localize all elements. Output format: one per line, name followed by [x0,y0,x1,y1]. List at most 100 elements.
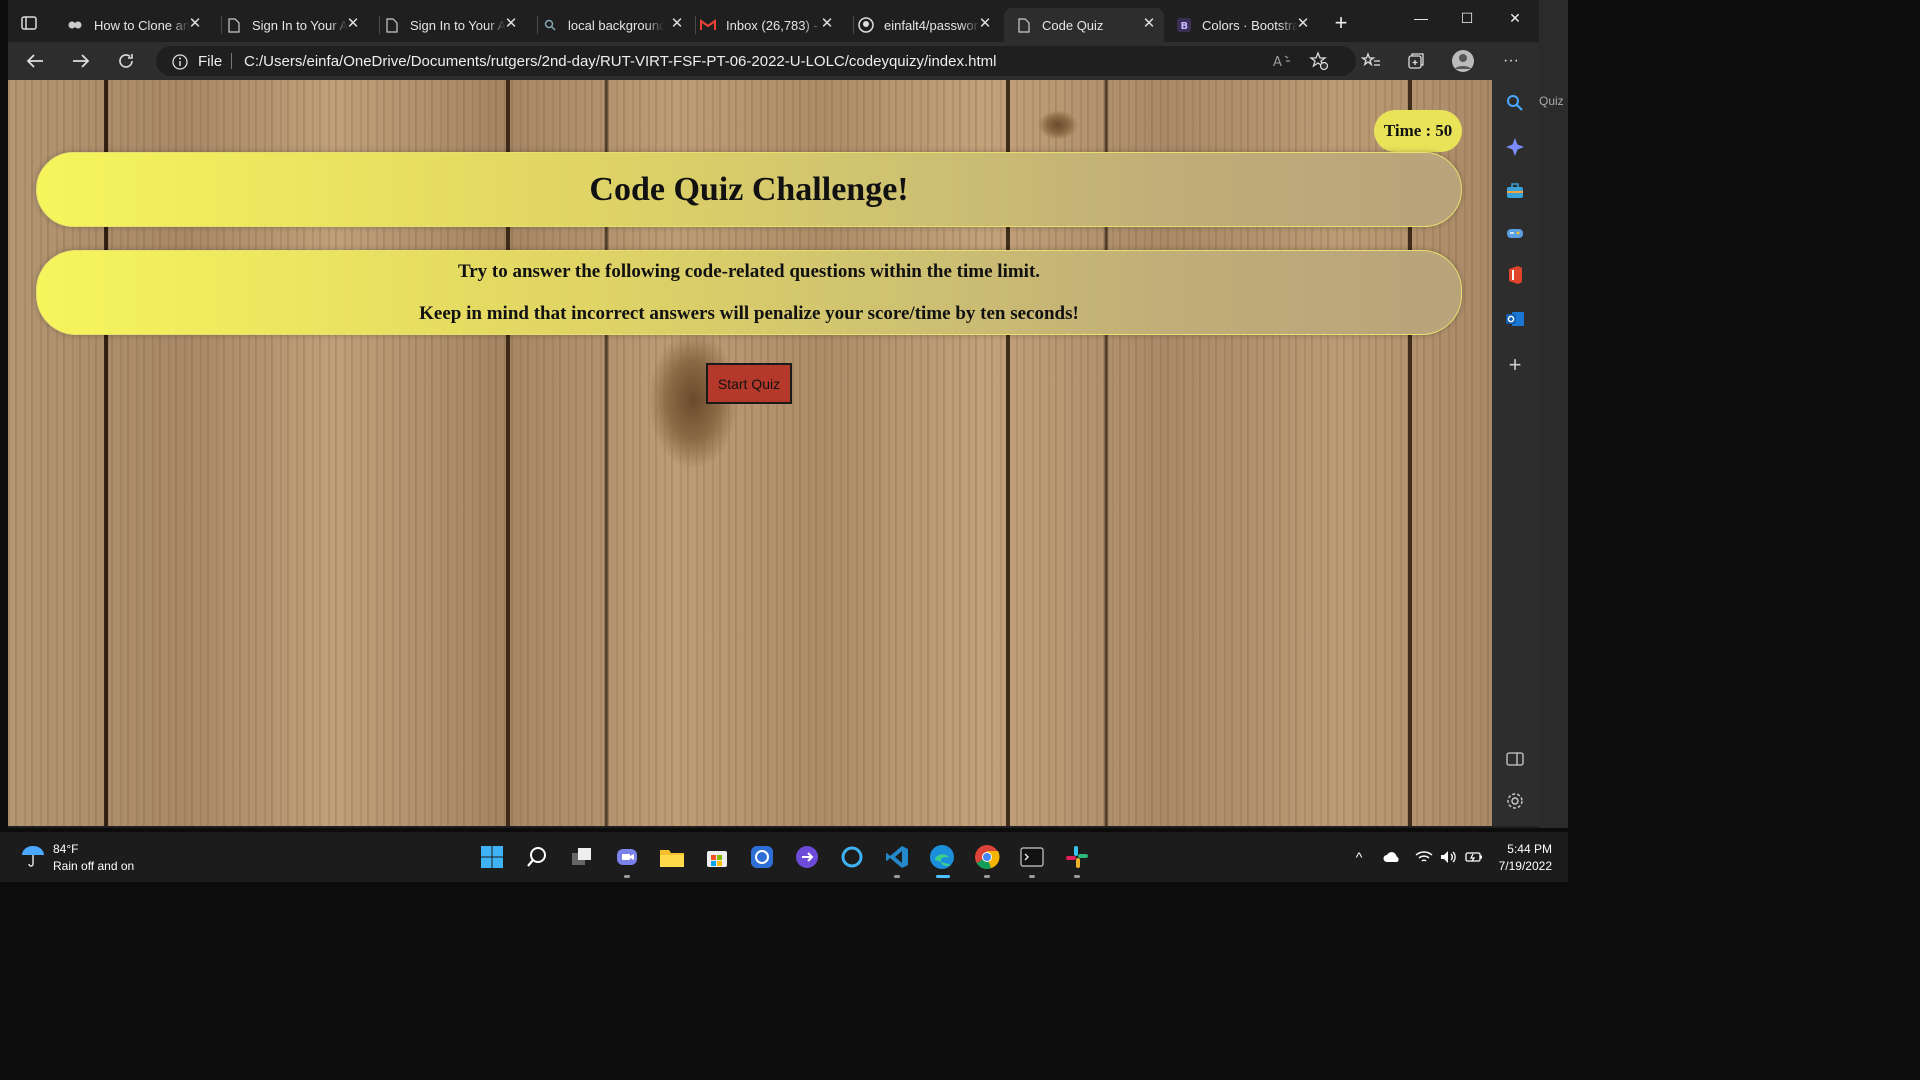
edge-icon[interactable] [927,842,957,878]
tab-sign-in-1[interactable]: Sign In to Your A ✕ [214,8,368,42]
cortana-icon[interactable] [837,842,867,872]
app-icon[interactable] [792,842,822,872]
avatar-icon [1452,50,1474,72]
forward-button[interactable] [68,49,94,73]
address-toolbar: File C:/Users/einfa/OneDrive/Documents/r… [8,42,1539,80]
sparkle-icon[interactable] [1504,136,1526,158]
close-tab-icon[interactable]: ✕ [188,16,202,31]
running-indicator [1074,875,1080,878]
video-camera-icon [68,17,84,33]
close-tab-icon[interactable]: ✕ [1296,16,1310,31]
start-icon[interactable] [477,842,507,872]
running-indicator [894,875,900,878]
collections-icon [1408,53,1424,69]
onedrive-icon[interactable] [1383,848,1401,866]
split-screen-icon[interactable] [1504,748,1526,770]
tab-github-password[interactable]: einfalt4/passwor ✕ [846,8,1000,42]
search-icon[interactable] [1504,92,1526,114]
maximize-button[interactable]: ☐ [1444,10,1490,34]
divider [231,53,232,69]
timer-value: 50 [1435,121,1453,140]
chevron-up-icon[interactable]: ^ [1350,848,1368,866]
page-viewport: Time : 50 Code Quiz Challenge! Try to an… [8,80,1492,826]
running-indicator [624,875,630,878]
tab-actions-icon[interactable] [20,14,38,32]
intro-line-2: Keep in mind that incorrect answers will… [419,303,1079,324]
chrome-icon[interactable] [972,842,1002,878]
timer-badge: Time : 50 [1374,110,1462,152]
page-icon [226,17,242,33]
refresh-button[interactable] [113,49,139,73]
tab-local-background[interactable]: local background ✕ [530,8,692,42]
close-tab-icon[interactable]: ✕ [978,16,992,31]
gmail-icon [700,17,716,33]
games-icon[interactable] [1504,222,1526,244]
ellipsis-icon: ··· [1503,52,1519,69]
close-tab-icon[interactable]: ✕ [670,16,684,31]
add-favorite-button[interactable] [1306,49,1332,73]
weather-description[interactable]: Rain off and on [53,859,134,873]
title-banner: Code Quiz Challenge! [36,152,1462,227]
refresh-icon [119,54,133,68]
info-icon[interactable] [172,54,188,70]
app-icon[interactable] [747,842,777,872]
start-quiz-button[interactable]: Start Quiz [706,363,792,404]
github-icon [858,17,874,33]
close-window-button[interactable]: ✕ [1492,10,1538,34]
office-icon[interactable] [1504,264,1526,286]
teams-icon[interactable] [612,842,642,878]
close-tab-icon[interactable]: ✕ [1142,16,1156,31]
more-menu-button[interactable]: ··· [1498,49,1524,73]
new-tab-button[interactable]: + [1330,12,1352,34]
store-icon[interactable] [702,842,732,872]
clock-time[interactable]: 5:44 PM [1507,842,1552,856]
background-window-edge [1539,0,1568,828]
terminal-icon[interactable] [1017,842,1047,878]
tab-code-quiz[interactable]: Code Quiz ✕ [1004,8,1164,42]
running-indicator [1029,875,1035,878]
battery-icon[interactable] [1465,848,1483,866]
collections-button[interactable] [1403,49,1429,73]
slack-icon[interactable] [1062,842,1092,878]
taskbar: 84°F Rain off and on ^ 5:44 PM 7/19/2022 [0,832,1568,882]
close-tab-icon[interactable]: ✕ [820,16,834,31]
rain-icon[interactable] [20,844,46,868]
close-tab-icon[interactable]: ✕ [346,16,360,31]
edge-sidebar: + [1492,80,1539,826]
svg-text:A: A [1273,55,1282,69]
wifi-icon[interactable] [1415,848,1433,866]
running-indicator [936,875,950,878]
url-text[interactable]: C:/Users/einfa/OneDrive/Documents/rutger… [244,53,997,70]
outlook-icon[interactable] [1504,308,1526,330]
task-view-icon[interactable] [567,842,597,872]
profile-button[interactable] [1450,49,1476,73]
vscode-icon[interactable] [882,842,912,878]
back-button[interactable] [22,49,48,73]
tab-strip: How to Clone an ✕ Sign In to Your A ✕ Si… [8,0,1539,44]
settings-icon[interactable] [1504,790,1526,812]
scheme-label: File [198,53,223,70]
page-title: Code Quiz Challenge! [589,170,909,208]
search-icon [542,17,558,33]
close-tab-icon[interactable]: ✕ [504,16,518,31]
timer-label: Time : [1383,121,1432,140]
intro-line-1: Try to answer the following code-related… [457,261,1041,282]
clock-date[interactable]: 7/19/2022 [1499,859,1552,873]
tab-sign-in-2[interactable]: Sign In to Your A ✕ [372,8,526,42]
favorites-icon [1361,52,1380,67]
favorites-button[interactable] [1358,49,1384,73]
arrow-right-icon [73,54,90,68]
tab-bootstrap-colors[interactable]: B Colors · Bootstra ✕ [1164,8,1318,42]
add-icon[interactable]: + [1504,352,1526,377]
tab-inbox[interactable]: Inbox (26,783) - ✕ [688,8,842,42]
weather-temperature[interactable]: 84°F [53,842,78,856]
volume-icon[interactable] [1440,848,1458,866]
tab-how-to-clone[interactable]: How to Clone an ✕ [56,8,210,42]
minimize-button[interactable]: — [1398,10,1444,34]
address-bar[interactable]: File C:/Users/einfa/OneDrive/Documents/r… [156,46,1356,76]
briefcase-icon[interactable] [1504,180,1526,202]
read-aloud-icon: A [1273,55,1290,69]
search-icon[interactable] [522,842,552,872]
file-explorer-icon[interactable] [657,842,687,872]
read-aloud-button[interactable]: A [1270,49,1296,73]
